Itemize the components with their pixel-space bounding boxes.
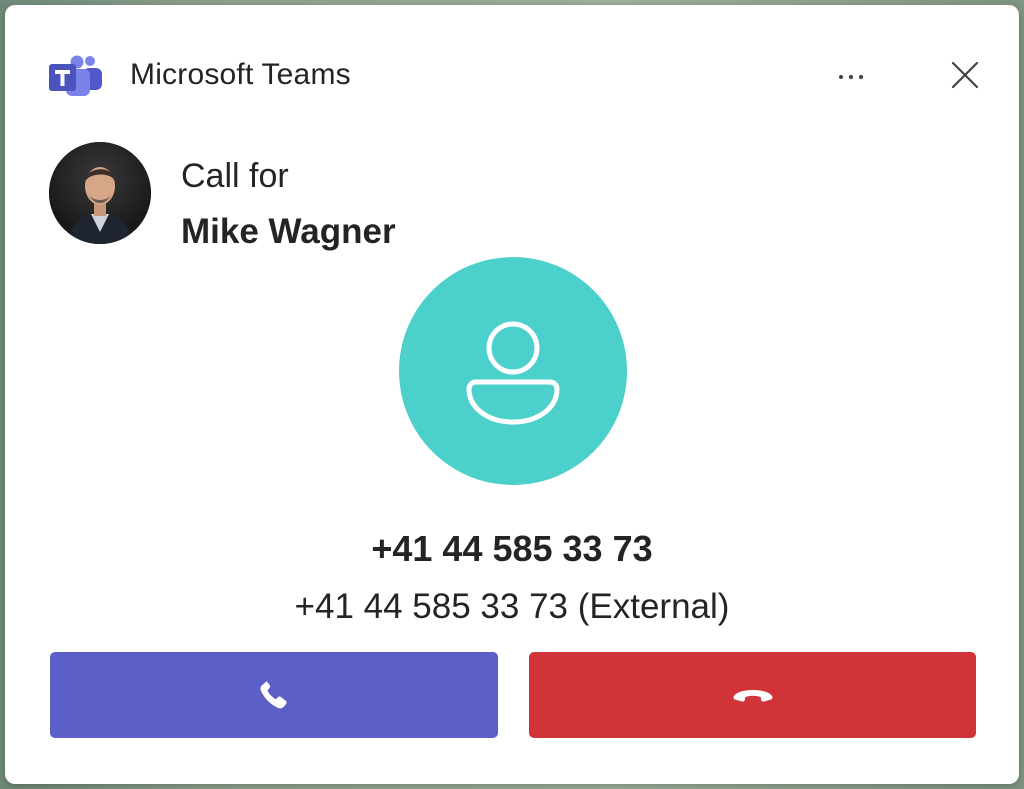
callee-name: Mike Wagner: [181, 212, 396, 251]
callee-avatar: [49, 142, 151, 244]
more-options-icon: [839, 75, 863, 79]
person-icon: [466, 321, 560, 425]
close-button[interactable]: [945, 55, 985, 95]
incoming-call-window: Microsoft Teams Call for Mike Wagner +41…: [5, 5, 1019, 784]
teams-logo-icon: [49, 55, 103, 97]
phone-icon: [260, 680, 287, 709]
caller-detail: +41 44 585 33 73 (External): [294, 587, 730, 626]
caller-number: +41 44 585 33 73: [371, 528, 653, 569]
close-icon: [951, 61, 979, 89]
more-options-button[interactable]: [831, 57, 871, 97]
call-for-label: Call for: [181, 157, 289, 195]
decline-call-button[interactable]: [529, 652, 976, 738]
accept-call-button[interactable]: [50, 652, 498, 738]
phone-hangup-icon: [732, 690, 773, 702]
caller-avatar: [399, 257, 627, 485]
title-bar: Microsoft Teams: [5, 5, 1019, 135]
app-title: Microsoft Teams: [130, 58, 351, 91]
